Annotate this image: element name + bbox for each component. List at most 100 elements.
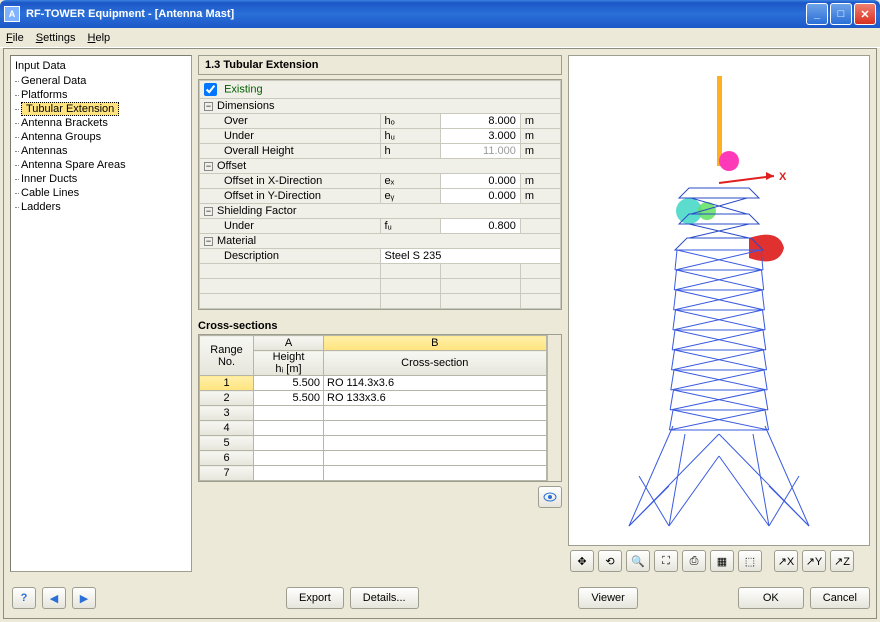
existing-checkbox[interactable] — [204, 83, 217, 96]
tool-wireframe-icon[interactable]: ▦ — [710, 550, 734, 572]
row-number[interactable]: 3 — [200, 406, 254, 421]
collapse-icon[interactable]: − — [204, 162, 213, 171]
close-button[interactable]: ✕ — [854, 3, 876, 25]
cell-height[interactable] — [254, 466, 324, 481]
tool-rotate-icon[interactable]: ⟲ — [598, 550, 622, 572]
cancel-button[interactable]: Cancel — [810, 587, 870, 609]
viewer-button[interactable]: Viewer — [578, 587, 637, 609]
menu-help[interactable]: Help — [88, 32, 111, 44]
field-unit — [520, 219, 560, 234]
tool-fit-icon[interactable]: ⛶ — [654, 550, 678, 572]
row-number[interactable]: 6 — [200, 451, 254, 466]
col-range[interactable]: RangeNo. — [200, 336, 254, 376]
nav-tree: Input Data General Data PlatformsTubular … — [10, 55, 192, 572]
tree-item[interactable]: Inner Ducts — [21, 172, 191, 186]
field-value[interactable]: Steel S 235 — [380, 249, 561, 264]
minimize-button[interactable]: _ — [806, 3, 828, 25]
tool-zoom-icon[interactable]: 🔍 — [626, 550, 650, 572]
row-number[interactable]: 4 — [200, 421, 254, 436]
tree-title: Input Data — [13, 58, 191, 74]
maximize-button[interactable]: □ — [830, 3, 852, 25]
collapse-icon[interactable]: − — [204, 237, 213, 246]
field-symbol: fᵤ — [380, 219, 440, 234]
footer: ? ◀ ▶ Export Details... Viewer OK Cancel — [10, 584, 870, 612]
titlebar[interactable]: A RF-TOWER Equipment - [Antenna Mast] _ … — [0, 0, 880, 28]
cross-sections-grid: RangeNo. A B Heighthᵢ [m] Cross-section … — [198, 334, 562, 482]
cell-height[interactable] — [254, 451, 324, 466]
tree-item[interactable]: Antenna Brackets — [21, 116, 191, 130]
group-shielding: Shielding Factor — [217, 205, 297, 217]
field-value[interactable]: 3.000 — [440, 129, 520, 144]
window-title: RF-TOWER Equipment - [Antenna Mast] — [26, 8, 806, 20]
tree-item-label: Cable Lines — [21, 187, 79, 199]
menu-file[interactable]: File — [6, 32, 24, 44]
tree-item-label: Antenna Spare Areas — [21, 159, 126, 171]
tree-item[interactable]: Tubular Extension — [21, 102, 191, 116]
cell-cross-section[interactable] — [324, 466, 547, 481]
ok-button[interactable]: OK — [738, 587, 804, 609]
field-value[interactable]: 8.000 — [440, 114, 520, 129]
tool-pan-icon[interactable]: ✥ — [570, 550, 594, 572]
viewer-3d[interactable]: X — [568, 55, 870, 546]
tool-print-icon[interactable]: ⎙ — [682, 550, 706, 572]
field-unit: m — [520, 129, 560, 144]
details-button[interactable]: Details... — [350, 587, 419, 609]
field-symbol: eₓ — [380, 174, 440, 189]
tool-view-x-icon[interactable]: ↗X — [774, 550, 798, 572]
form-panel: Existing −Dimensions Overhₒ8.000mUnderhᵤ… — [198, 79, 562, 310]
prev-button[interactable]: ◀ — [42, 587, 66, 609]
col-cs[interactable]: Cross-section — [324, 351, 547, 376]
cell-height[interactable]: 5.500 — [254, 376, 324, 391]
tree-item-label: Ladders — [21, 201, 61, 213]
tool-view-z-icon[interactable]: ↗Z — [830, 550, 854, 572]
tree-item[interactable]: Platforms — [21, 88, 191, 102]
next-button[interactable]: ▶ — [72, 587, 96, 609]
tree-item-label: General Data — [21, 75, 86, 87]
row-number[interactable]: 2 — [200, 391, 254, 406]
grid-scrollbar[interactable] — [547, 335, 561, 481]
row-number[interactable]: 1 — [200, 376, 254, 391]
menu-settings[interactable]: Settings — [36, 32, 76, 44]
field-value[interactable]: 0.000 — [440, 189, 520, 204]
export-button[interactable]: Export — [286, 587, 344, 609]
tree-item-label: Inner Ducts — [21, 173, 77, 185]
cell-cross-section[interactable] — [324, 436, 547, 451]
tree-item[interactable]: Antenna Spare Areas — [21, 158, 191, 172]
field-unit: m — [520, 174, 560, 189]
col-a[interactable]: A — [254, 336, 324, 351]
row-number[interactable]: 7 — [200, 466, 254, 481]
existing-label: Existing — [224, 83, 263, 95]
field-value: 11.000 — [440, 144, 520, 159]
tree-item[interactable]: General Data — [21, 74, 191, 88]
cell-cross-section[interactable]: RO 114.3x3.6 — [324, 376, 547, 391]
tree-item[interactable]: Ladders — [21, 200, 191, 214]
cell-height[interactable]: 5.500 — [254, 391, 324, 406]
col-height[interactable]: Heighthᵢ [m] — [254, 351, 324, 376]
viewer-toolbar: ✥ ⟲ 🔍 ⛶ ⎙ ▦ ⬚ ↗X ↗Y ↗Z — [568, 550, 870, 572]
field-symbol: h — [380, 144, 440, 159]
tree-item[interactable]: Antenna Groups — [21, 130, 191, 144]
center-panel: 1.3 Tubular Extension Existing −Dimensio… — [198, 55, 562, 572]
field-value[interactable]: 0.000 — [440, 174, 520, 189]
group-offset: Offset — [217, 160, 246, 172]
cross-sections-title: Cross-sections — [198, 320, 562, 332]
collapse-icon[interactable]: − — [204, 207, 213, 216]
collapse-icon[interactable]: − — [204, 102, 213, 111]
field-value[interactable]: 0.800 — [440, 219, 520, 234]
cell-height[interactable] — [254, 436, 324, 451]
row-number[interactable]: 5 — [200, 436, 254, 451]
cell-cross-section[interactable] — [324, 451, 547, 466]
tool-select-icon[interactable]: ⬚ — [738, 550, 762, 572]
cell-cross-section[interactable]: RO 133x3.6 — [324, 391, 547, 406]
cell-height[interactable] — [254, 406, 324, 421]
tool-view-y-icon[interactable]: ↗Y — [802, 550, 826, 572]
tree-item[interactable]: Cable Lines — [21, 186, 191, 200]
cell-cross-section[interactable] — [324, 406, 547, 421]
col-b[interactable]: B — [324, 336, 547, 351]
help-button[interactable]: ? — [12, 587, 36, 609]
preview-button[interactable] — [538, 486, 562, 508]
cell-cross-section[interactable] — [324, 421, 547, 436]
tree-item-label: Platforms — [21, 89, 67, 101]
tree-item[interactable]: Antennas — [21, 144, 191, 158]
cell-height[interactable] — [254, 421, 324, 436]
